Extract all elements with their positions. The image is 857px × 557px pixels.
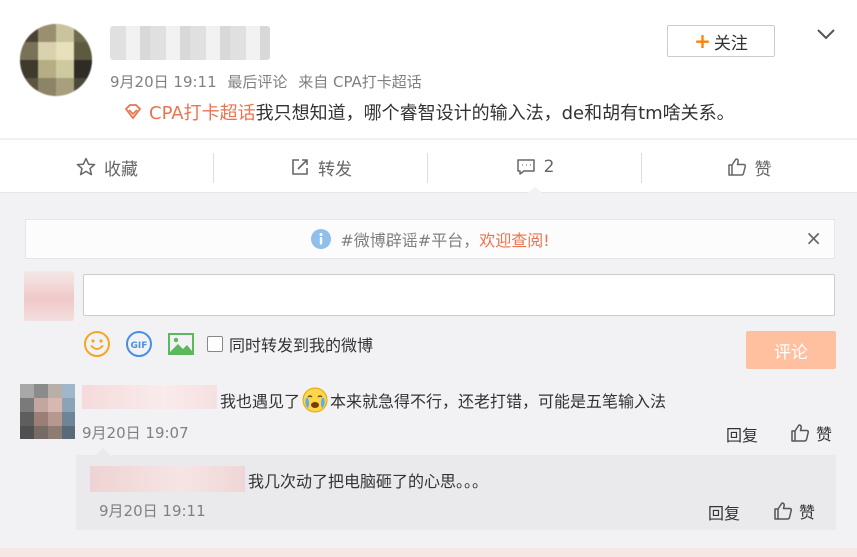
comment-input[interactable]: [83, 274, 835, 316]
plus-icon: +: [694, 29, 711, 53]
composer-toolbar: GIF 同时转发到我的微博: [83, 330, 373, 358]
svg-text:GIF: GIF: [131, 341, 148, 351]
comment-like-label: 赞: [816, 425, 833, 444]
replier-name-redacted[interactable]: [90, 466, 245, 492]
star-icon: [76, 157, 96, 176]
rumor-notice-banner: #微博辟谣#平台， 欢迎查阅! ×: [25, 219, 835, 259]
topic-diamond-icon: [124, 104, 142, 120]
comment-button[interactable]: 2: [428, 140, 642, 194]
like-label: 赞: [754, 159, 772, 180]
reply-button[interactable]: 回复: [726, 422, 758, 446]
post-author-name-redacted[interactable]: [110, 26, 270, 60]
cry-emoji-icon: [302, 387, 328, 413]
post-action-bar: 收藏 转发 2 赞: [0, 139, 857, 194]
reply-like-button[interactable]: 赞: [773, 499, 815, 523]
reply-text: 我几次动了把电脑砸了的心思。。。: [248, 472, 489, 491]
comment-icon: [516, 159, 535, 175]
repost-icon: [292, 159, 308, 175]
reply-like-label: 赞: [799, 503, 816, 522]
weibo-post: 9月20日 19:11 最后评论 来自 CPA打卡超话 + 关注 CPA打卡超话…: [0, 0, 857, 138]
follow-button[interactable]: + 关注: [667, 25, 775, 57]
info-icon: [311, 229, 332, 249]
comment-time: 9月20日 19:07: [82, 424, 189, 442]
comment-text-part: 本来就急得不行，还老打错，可能是五笔输入法: [330, 392, 667, 411]
commenter-name-redacted[interactable]: [82, 385, 217, 409]
close-icon[interactable]: ×: [805, 228, 822, 248]
like-button[interactable]: 赞: [642, 140, 856, 194]
reply-button[interactable]: 回复: [708, 500, 740, 524]
thumb-up-icon: [791, 424, 810, 442]
post-text: 我只想知道，哪个睿智设计的输入法，de和胡有tm啥关系。: [255, 103, 735, 124]
favorite-button[interactable]: 收藏: [0, 140, 214, 194]
favorite-label: 收藏: [104, 159, 138, 180]
comment-text: 我也遇见了 本来就急得不行，还老打错，可能是五笔输入法: [220, 387, 666, 413]
repost-checkbox-label: 同时转发到我的微博: [229, 336, 374, 355]
post-author-avatar[interactable]: [20, 24, 92, 96]
post-source[interactable]: 来自 CPA打卡超话: [298, 73, 422, 91]
notice-text: #微博辟谣#平台，: [340, 231, 480, 250]
post-content: CPA打卡超话 我只想知道，哪个睿智设计的输入法，de和胡有tm啥关系。: [123, 99, 735, 125]
emoji-icon[interactable]: [83, 330, 111, 358]
reply-time: 9月20日 19:11: [99, 502, 206, 520]
chevron-down-icon[interactable]: [816, 24, 836, 44]
post-last-comment: 最后评论: [227, 73, 288, 91]
next-item-strip: [0, 548, 857, 557]
submit-comment-button[interactable]: 评论: [746, 331, 836, 369]
follow-label: 关注: [713, 33, 748, 54]
notice-link[interactable]: 欢迎查阅!: [479, 227, 549, 251]
comment-text-part: 我也遇见了: [220, 392, 301, 411]
post-date[interactable]: 9月20日 19:11: [110, 73, 217, 91]
topic-link[interactable]: CPA打卡超话: [149, 99, 256, 125]
thumb-up-icon: [774, 502, 793, 520]
checkbox-box[interactable]: [207, 336, 223, 352]
repost-label: 转发: [318, 159, 352, 180]
repost-checkbox[interactable]: 同时转发到我的微博: [207, 332, 373, 356]
thumb-up-icon: [727, 158, 746, 176]
comment-like-button[interactable]: 赞: [790, 421, 832, 445]
current-user-avatar: [24, 271, 74, 321]
image-icon[interactable]: [167, 330, 195, 358]
gif-icon[interactable]: GIF: [125, 330, 153, 358]
commenter-avatar[interactable]: [20, 384, 75, 439]
repost-button[interactable]: 转发: [214, 140, 428, 194]
avatar-pixels: [20, 384, 75, 439]
post-meta: 9月20日 19:11 最后评论 来自 CPA打卡超话: [110, 71, 428, 92]
submit-label: 评论: [774, 342, 808, 363]
comment-count: 2: [543, 157, 555, 177]
